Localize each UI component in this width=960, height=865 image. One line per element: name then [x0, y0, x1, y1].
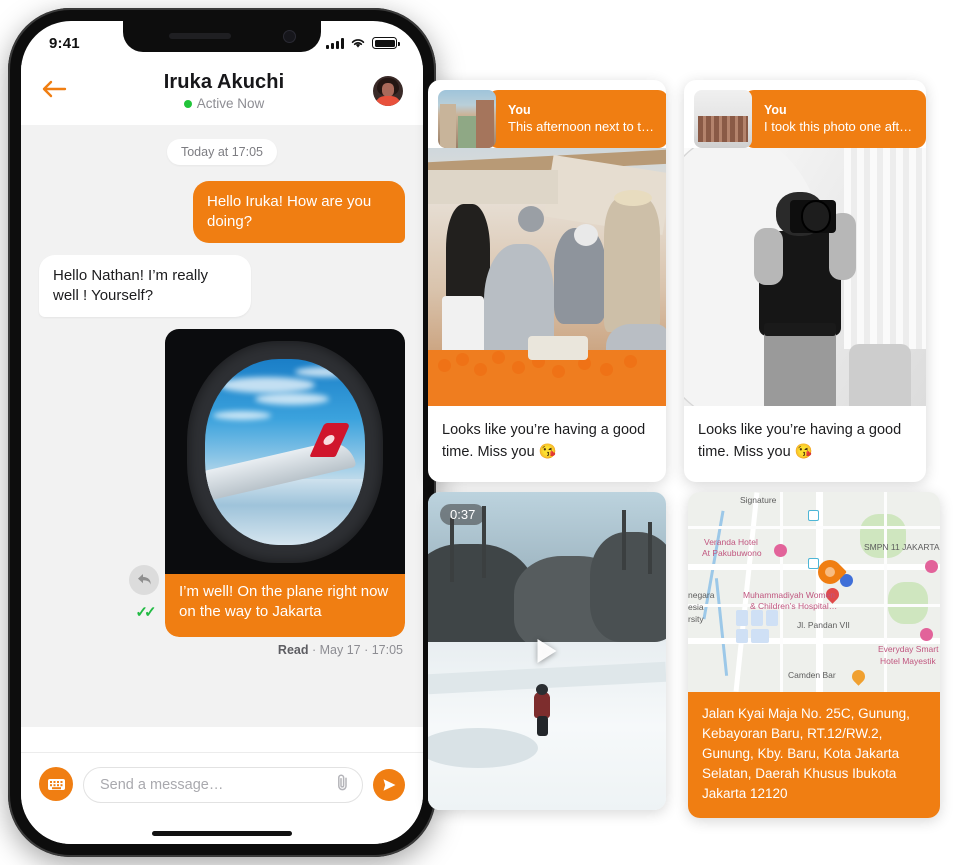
reply-author: You — [764, 103, 787, 118]
airplane-window-photo[interactable] — [165, 329, 405, 575]
page-title: Iruka Akuchi — [163, 71, 285, 93]
person-arm-left — [754, 227, 784, 285]
message-input-wrapper[interactable] — [83, 767, 363, 803]
person-jeans — [763, 328, 837, 406]
map-label: Jl. Pandan VII — [797, 620, 850, 630]
read-receipt-meta: · May 17 · 17:05 — [308, 642, 403, 657]
message-bubble-outgoing[interactable]: Hello Iruka! How are you doing? — [193, 181, 405, 244]
chat-message-list[interactable]: Today at 17:05 Hello Iruka! How are you … — [21, 125, 423, 727]
earpiece-speaker — [169, 33, 231, 39]
media-message-card[interactable]: I’m well! On the plane right now on the … — [165, 329, 405, 637]
message-row-incoming: Hello Nathan! I’m really well ! Yourself… — [39, 255, 405, 318]
card-photographer[interactable]: You I took this photo one aft… Looks lik… — [684, 80, 926, 482]
reply-bubble-photographer: You I took this photo one aft… — [744, 90, 926, 148]
play-icon[interactable] — [537, 639, 557, 663]
screenshot-stage: 9:41 Iruka Akuchi Active Now Today at 17… — [0, 0, 960, 865]
online-dot-icon — [183, 99, 192, 108]
reply-preview-photographer: You I took this photo one aft… — [684, 80, 926, 148]
map-label: Camden Bar — [788, 670, 836, 680]
curtain — [843, 148, 926, 350]
photographer-mirror-selfie-bw[interactable] — [684, 148, 926, 406]
avatar-body — [375, 96, 401, 106]
status-time: 9:41 — [49, 34, 80, 52]
reply-preview-market: You This afternoon next to t… — [428, 80, 666, 148]
avatar[interactable] — [373, 76, 403, 106]
media-message-row: ✓✓ I’m well! On the plane right now on t… — [39, 329, 405, 637]
message-bubble-incoming[interactable]: Hello Nathan! I’m really well ! Yourself… — [39, 255, 251, 318]
map-label: & Children’s Hospital… — [750, 601, 838, 611]
reply-author: You — [508, 103, 531, 118]
card-caption-market: Looks like you’re having a good time. Mi… — [442, 422, 646, 460]
street-thumbnail[interactable] — [438, 90, 496, 148]
map-label: SMPN 11 JAKARTA — [864, 542, 940, 552]
map-address-text: Jalan Kyai Maja No. 25C, Gunung, Kebayor… — [688, 692, 940, 818]
market-oranges-photo[interactable] — [428, 148, 666, 406]
map-label: Everyday Smart — [878, 644, 939, 654]
battery-icon — [372, 37, 400, 49]
status-indicators — [326, 37, 400, 49]
read-receipt: Read · May 17 · 17:05 — [39, 643, 405, 657]
card-market-photo[interactable]: You This afternoon next to t… Looks like… — [428, 80, 666, 482]
camera-lens — [802, 202, 830, 231]
send-icon[interactable] — [373, 769, 405, 801]
map-label: negara — [688, 590, 715, 600]
hotel-poi-icon — [920, 628, 933, 641]
map-label: At Pakubuwono — [702, 548, 762, 558]
double-check-icon: ✓✓ — [135, 603, 156, 621]
chat-header: Iruka Akuchi Active Now — [21, 65, 423, 125]
message-actions: ✓✓ — [129, 564, 159, 637]
day-separator: Today at 17:05 — [39, 139, 405, 165]
search-input[interactable] — [100, 777, 335, 793]
reply-snippet: This afternoon next to t… — [508, 119, 654, 135]
building-thumbnail[interactable] — [694, 90, 752, 148]
transit-icon — [808, 510, 819, 521]
media-message-caption: I’m well! On the plane right now on the … — [165, 570, 405, 637]
day-separator-label: Today at 17:05 — [166, 139, 277, 165]
avatar-face — [382, 83, 394, 97]
phone-mockup: 9:41 Iruka Akuchi Active Now Today at 17… — [8, 8, 436, 857]
keyboard-icon[interactable] — [39, 767, 73, 801]
card-map-location[interactable]: Signature Veranda Hotel At Pakubuwono SMPN … — [688, 492, 940, 818]
cellular-bars-icon — [326, 37, 344, 49]
map-label: esia — [688, 602, 704, 612]
presence-label: Active Now — [196, 96, 265, 111]
card-video[interactable]: 0:37 — [428, 492, 666, 810]
map-label: rsity — [688, 614, 704, 624]
video-duration-badge: 0:37 — [440, 504, 486, 525]
back-arrow-icon[interactable] — [41, 79, 75, 104]
reply-arrow-icon[interactable] — [129, 564, 159, 595]
presence-status: Active Now — [75, 96, 373, 111]
home-indicator — [152, 831, 292, 836]
map-label: Signature — [740, 495, 777, 505]
map-label: Veranda Hotel — [704, 537, 758, 547]
message-row-outgoing: Hello Iruka! How are you doing? — [39, 181, 405, 244]
hotel-poi-icon — [774, 544, 787, 557]
hotel-poi-icon — [925, 560, 938, 573]
map-view[interactable]: Signature Veranda Hotel At Pakubuwono SMPN … — [688, 492, 940, 692]
read-receipt-status: Read — [277, 642, 309, 657]
snowy-mountain-video[interactable]: 0:37 — [428, 492, 666, 810]
phone-screen: 9:41 Iruka Akuchi Active Now Today at 17… — [21, 21, 423, 844]
phone-notch — [123, 21, 321, 52]
card-caption-photographer: Looks like you’re having a good time. Mi… — [698, 422, 902, 460]
front-camera-icon — [284, 31, 295, 42]
wifi-icon — [351, 39, 365, 48]
chat-title-block: Iruka Akuchi Active Now — [75, 71, 373, 111]
map-label: Hotel Mayestik — [880, 656, 936, 666]
paperclip-icon[interactable] — [335, 773, 350, 797]
window-glass — [205, 359, 365, 546]
reply-snippet: I took this photo one aft… — [764, 119, 913, 135]
map-label: Muhammadiyah Women — [743, 590, 835, 600]
reply-bubble-market: You This afternoon next to t… — [488, 90, 666, 148]
